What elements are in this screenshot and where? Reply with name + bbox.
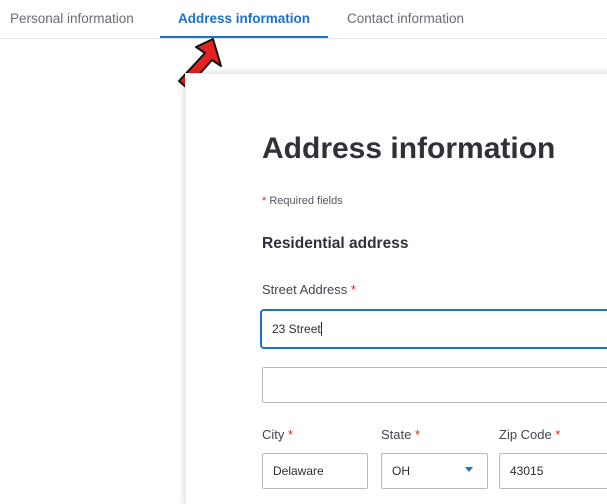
required-asterisk: *	[350, 282, 356, 297]
required-note-text: Required fields	[266, 195, 343, 207]
page-title: Address information	[262, 132, 556, 165]
tab-bar: Personal information Address information…	[0, 0, 607, 39]
tab-address-information[interactable]: Address information	[160, 0, 328, 37]
street-address-value: 23 Street	[272, 322, 322, 336]
street-address-label: Street Address *	[262, 282, 356, 297]
street-label-text: Street Address	[262, 282, 348, 297]
required-fields-note: * Required fields	[262, 195, 343, 207]
section-title: Residential address	[262, 235, 409, 252]
street-address-input[interactable]: 23 Street	[260, 309, 607, 349]
city-label-text: City	[262, 427, 285, 442]
zip-code-label: Zip Code *	[499, 427, 560, 442]
tab-contact-information[interactable]: Contact information	[347, 0, 464, 37]
zip-code-input[interactable]: 43015	[499, 453, 607, 489]
zip-label-text: Zip Code	[499, 427, 552, 442]
city-input[interactable]: Delaware	[262, 453, 368, 489]
city-label: City *	[262, 427, 293, 442]
required-asterisk: *	[288, 427, 294, 442]
tab-personal-information[interactable]: Personal information	[10, 0, 134, 37]
state-label-text: State	[381, 427, 412, 442]
state-label: State *	[381, 427, 420, 442]
required-asterisk: *	[555, 427, 561, 442]
required-asterisk: *	[414, 427, 421, 442]
chevron-down-icon[interactable]	[465, 467, 473, 472]
street-address-line2-input[interactable]	[262, 367, 607, 403]
